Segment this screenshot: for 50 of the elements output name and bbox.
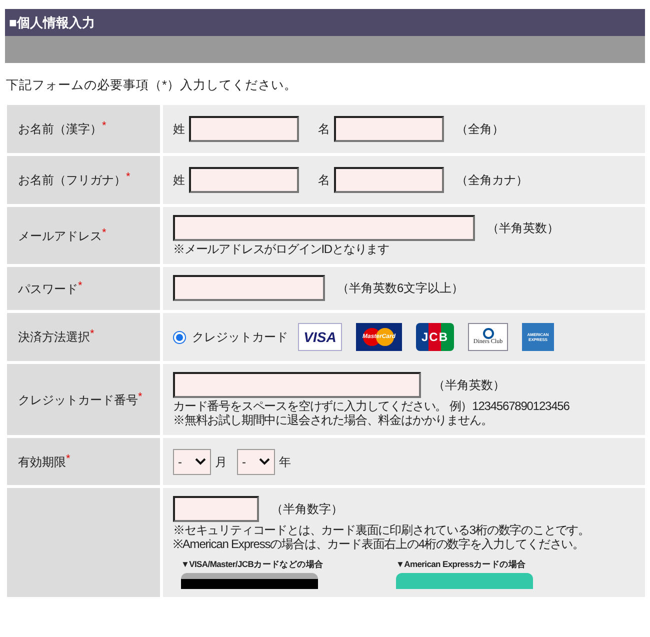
name-prefix: 名 [318,172,330,188]
text-field[interactable] [173,496,259,522]
field-label: メールアドレス [18,228,102,244]
radio-label: クレジットカード [192,329,288,345]
example-caption: ▼VISA/Master/JCBカードなどの場合 [181,559,324,570]
required-mark: * [66,452,70,466]
text-field[interactable] [189,167,299,193]
required-mark: * [78,278,82,294]
text-field[interactable] [334,116,444,142]
intro-text: 下記フォームの必要事項（*）入力してください。 [6,77,298,93]
visa-logo: VISA [298,323,342,351]
required-mark: * [138,390,142,404]
format-note: （全角カナ） [456,172,528,188]
field-label: 有効期限 [18,454,66,470]
chevron-down-icon [195,458,206,465]
text-field[interactable] [334,167,444,193]
name-prefix: 姓 [173,121,185,137]
format-note: （全角） [456,121,504,137]
radio-button[interactable] [173,330,186,344]
required-mark: * [90,327,94,342]
example-caption: ▼American Expressカードの場合 [396,559,527,570]
hint-text: ※American Expressの場合は、カード表面右上の4桁の数字を入力してください。 [173,537,586,551]
chevron-down-icon [259,458,270,465]
text-field[interactable] [173,275,325,301]
required-mark: * [102,226,106,240]
section-title: ■個人情報入力 [9,14,95,30]
format-note: （半角数字） [271,501,343,517]
field-label: お名前（フリガナ） [18,172,126,188]
unit-label: 年 [279,454,291,470]
dropdown[interactable]: - [237,448,275,474]
text-field[interactable] [173,372,421,398]
hint-text: ※メールアドレスがログインIDとなります [173,242,390,256]
required-mark: * [126,170,130,185]
hint-text: ※セキュリティコードとは、カード裏面に印刷されている3桁の数字のことです。 [173,523,590,537]
field-label: クレジットカード番号 [18,392,138,408]
dropdown[interactable]: - [173,448,211,474]
hint-text: ※無料お試し期間中に退会された場合、料金はかかりません。 [173,413,494,427]
field-label: 決済方法選択 [18,329,90,345]
field-label: お名前（漢字） [18,121,102,137]
name-prefix: 名 [318,121,330,137]
field-label: パスワード [18,280,78,296]
required-mark: * [102,119,106,134]
text-field[interactable] [189,116,299,142]
text-field[interactable] [173,215,475,241]
format-note: （半角英数） [433,377,505,393]
name-prefix: 姓 [173,172,185,188]
hint-text: カード番号をスペースを空けずに入力してください。 例）1234567890123456 [173,399,570,413]
format-note: （半角英数） [487,220,559,236]
unit-label: 月 [215,454,227,470]
format-note: （半角英数6文字以上） [337,280,464,296]
